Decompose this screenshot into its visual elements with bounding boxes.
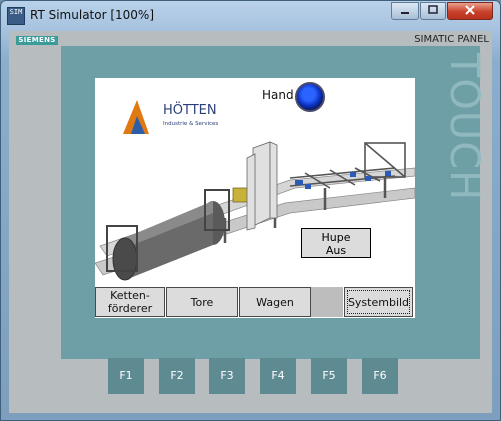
gates-label: Tore (190, 295, 214, 309)
carts-button[interactable]: Wagen (239, 287, 311, 317)
carts-label: Wagen (256, 295, 294, 309)
window-title: RT Simulator [100%] (30, 8, 155, 22)
hmi-screen: HÖTTEN Industrie & Services Hand Hupe Au… (95, 78, 415, 318)
hand-mode-indicator (295, 82, 325, 112)
system-view-button[interactable]: Systembild (344, 287, 413, 317)
conveyor-machine-illustration (95, 141, 415, 281)
function-key-f3[interactable]: F3 (209, 358, 245, 394)
close-button[interactable] (447, 2, 493, 20)
function-key-f4[interactable]: F4 (260, 358, 296, 394)
maximize-button[interactable] (420, 2, 446, 20)
maximize-icon (428, 5, 438, 14)
logo-name: HÖTTEN (163, 101, 217, 118)
app-icon: SIM (7, 7, 25, 25)
function-key-f2[interactable]: F2 (159, 358, 195, 394)
chain-conveyor-label-line1: Ketten- (110, 289, 150, 302)
screen-navigation-bar: Ketten- förderer Tore Wagen Systembild (95, 283, 415, 318)
horn-off-button[interactable]: Hupe Aus (301, 228, 371, 258)
gates-button[interactable]: Tore (166, 287, 238, 317)
chain-conveyor-button[interactable]: Ketten- förderer (95, 287, 165, 317)
minimize-icon (401, 12, 409, 14)
hmi-panel: SIEMENS SIMATIC PANEL TOUCH HÖTTEN Indus… (9, 31, 492, 413)
function-key-f6[interactable]: F6 (362, 358, 398, 394)
horn-off-label-line1: Hupe (321, 231, 351, 244)
siemens-logo: SIEMENS (16, 36, 58, 45)
hand-mode-label: Hand (262, 88, 294, 102)
horn-off-label-line2: Aus (325, 244, 347, 257)
panel-model-label: SIMATIC PANEL (414, 34, 489, 45)
minimize-button[interactable] (391, 2, 419, 20)
function-key-f5[interactable]: F5 (311, 358, 347, 394)
touch-label: TOUCH (441, 53, 487, 202)
close-icon (465, 5, 475, 15)
title-bar[interactable]: SIM RT Simulator [100%] (1, 1, 500, 29)
nav-spacer (311, 287, 343, 317)
simulator-window: SIM RT Simulator [100%] SIEMENS SIMATIC … (0, 0, 501, 421)
function-key-f1[interactable]: F1 (108, 358, 144, 394)
chain-conveyor-label-line2: förderer (107, 302, 153, 315)
system-view-label: Systembild (347, 295, 410, 309)
